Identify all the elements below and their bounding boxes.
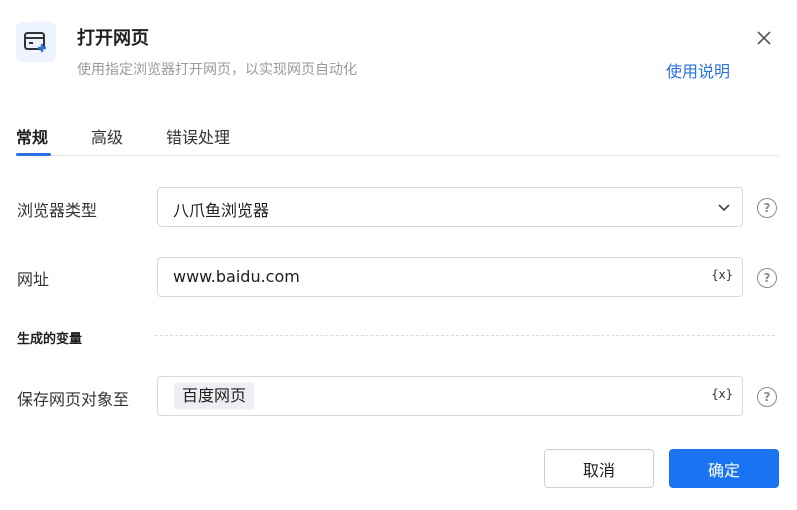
browser-type-help-icon[interactable]: ? [757,198,777,218]
chevron-down-icon [718,204,730,212]
insert-variable-button[interactable]: {x} [711,268,733,282]
url-help-icon[interactable]: ? [757,268,777,288]
ok-button[interactable]: 确定 [669,449,779,488]
browser-type-select[interactable]: 八爪鱼浏览器 [157,187,743,227]
cancel-button[interactable]: 取消 [544,449,654,488]
insert-variable-button[interactable]: {x} [711,387,733,401]
tab-bar: 常规 高级 错误处理 [16,118,779,156]
save-object-input[interactable]: 百度网页 {x} [157,376,743,416]
dialog-subtitle: 使用指定浏览器打开网页，以实现网页自动化 [77,62,357,78]
tab-error-handling[interactable]: 错误处理 [166,124,230,148]
tab-advanced-label: 高级 [91,128,124,147]
tab-advanced[interactable]: 高级 [91,124,123,148]
tab-error-handling-label: 错误处理 [166,128,231,147]
browser-add-icon [16,22,56,62]
close-icon[interactable] [752,26,776,50]
dialog-title: 打开网页 [77,28,149,49]
save-object-label: 保存网页对象至 [17,390,130,409]
url-input[interactable]: www.baidu.com {x} [157,257,743,297]
help-link[interactable]: 使用说明 [666,58,730,82]
browser-type-label: 浏览器类型 [17,201,98,220]
variable-tag: 百度网页 [174,383,255,409]
browser-type-value: 八爪鱼浏览器 [173,201,270,220]
tab-general-label: 常规 [16,128,49,147]
save-object-help-icon[interactable]: ? [757,387,777,407]
active-tab-indicator [16,153,51,156]
url-label: 网址 [17,270,50,289]
section-divider [155,335,775,336]
url-value: www.baidu.com [173,267,300,286]
tab-general[interactable]: 常规 [16,124,48,148]
section-title-generated-variables: 生成的变量 [17,332,83,347]
